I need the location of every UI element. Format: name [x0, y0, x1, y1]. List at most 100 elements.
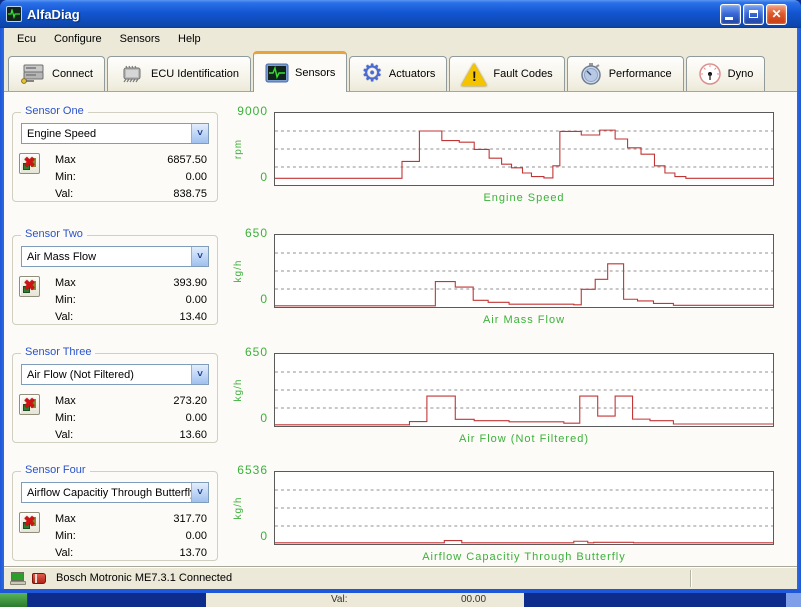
- oscilloscope-icon: [8, 9, 20, 19]
- val-value: 838.75: [173, 188, 207, 200]
- oscilloscope-icon: [265, 63, 289, 83]
- sensor-one-selected-value: Engine Speed: [22, 128, 191, 140]
- gauge-icon: [698, 62, 722, 86]
- close-button[interactable]: ✕: [766, 4, 787, 25]
- max-row: Max 393.90: [55, 274, 207, 291]
- y-axis-unit-label: kg/h: [201, 251, 275, 291]
- airflow-capacity-chart-plot: [274, 471, 774, 545]
- menu-sensors[interactable]: Sensors: [111, 30, 169, 48]
- ecu-book-icon: [32, 573, 46, 584]
- val-label: Val:: [55, 311, 73, 323]
- sensor-four-selected-value: Airflow Capacitiy Through Butterfly: [22, 487, 191, 499]
- val-label: Val:: [55, 188, 73, 200]
- val-value: 13.60: [179, 429, 207, 441]
- min-row: Min: 0.00: [55, 409, 207, 426]
- tab-fault-codes[interactable]: ! Fault Codes: [449, 56, 564, 91]
- y-axis-max-label: 650: [232, 345, 268, 359]
- sensor-three-group-label: Sensor Three: [21, 346, 95, 358]
- minimize-button[interactable]: [720, 4, 741, 25]
- y-axis-min-label: 0: [232, 529, 268, 543]
- y-axis-min-label: 0: [232, 170, 268, 184]
- close-icon: ✕: [771, 8, 781, 20]
- sensor-three-clear-button[interactable]: ✖: [19, 394, 40, 415]
- tab-fault-codes-label: Fault Codes: [493, 68, 552, 80]
- y-axis-min-label: 0: [232, 292, 268, 306]
- sensor-two-clear-button[interactable]: ✖: [19, 276, 40, 297]
- min-value: 0.00: [186, 412, 207, 424]
- menu-ecu[interactable]: Ecu: [8, 30, 45, 48]
- computer-connection-icon: [10, 572, 26, 585]
- tab-dyno[interactable]: Dyno: [686, 56, 766, 91]
- tab-sensors-label: Sensors: [295, 67, 335, 79]
- val-value: 13.70: [179, 547, 207, 559]
- max-label: Max: [55, 395, 76, 407]
- statusbar-divider: [690, 570, 692, 587]
- tab-performance-label: Performance: [609, 68, 672, 80]
- window-title: AlfaDiag: [27, 7, 80, 22]
- sensor-one-group-label: Sensor One: [21, 105, 88, 117]
- sensor-four-group: Sensor Four Airflow Capacitiy Through Bu…: [12, 471, 218, 561]
- sensor-two-select[interactable]: Air Mass Flow ˅: [21, 246, 209, 267]
- min-label: Min:: [55, 294, 76, 306]
- y-axis-unit-label: rpm: [201, 129, 275, 169]
- min-value: 0.00: [186, 530, 207, 542]
- min-label: Min:: [55, 412, 76, 424]
- background-green-fragment: [0, 593, 28, 607]
- maximize-icon: [749, 10, 758, 18]
- menu-help[interactable]: Help: [169, 30, 210, 48]
- min-label: Min:: [55, 530, 76, 542]
- tab-sensors[interactable]: Sensors: [253, 51, 347, 92]
- tab-ecu-identification[interactable]: ECU Identification: [107, 56, 251, 91]
- sensor-four-clear-button[interactable]: ✖: [19, 512, 40, 533]
- tab-actuators-label: Actuators: [389, 68, 435, 80]
- y-axis-unit-label: kg/h: [201, 370, 275, 410]
- y-axis-max-label: 650: [232, 226, 268, 240]
- tab-connect[interactable]: Connect: [8, 56, 105, 91]
- tab-dyno-label: Dyno: [728, 68, 754, 80]
- tab-performance[interactable]: Performance: [567, 56, 684, 91]
- sensor-one-select[interactable]: Engine Speed ˅: [21, 123, 209, 144]
- maximize-button[interactable]: [743, 4, 764, 25]
- y-axis-min-label: 0: [232, 411, 268, 425]
- title-bar: AlfaDiag ✕: [0, 0, 801, 28]
- remove-sensor-icon: ✖: [23, 516, 36, 529]
- y-axis-max-label: 6536: [232, 463, 268, 477]
- min-value: 0.00: [186, 294, 207, 306]
- chart-title: Airflow Capacitiy Through Butterfly: [274, 551, 774, 563]
- sensor-one-group: Sensor One Engine Speed ˅ ✖ Max 6857.50 …: [12, 112, 218, 202]
- tab-connect-label: Connect: [52, 68, 93, 80]
- warning-icon: !: [461, 63, 487, 86]
- max-row: Max 273.20: [55, 392, 207, 409]
- sensor-four-select[interactable]: Airflow Capacitiy Through Butterfly ˅: [21, 482, 209, 503]
- max-label: Max: [55, 154, 76, 166]
- background-text-fragment: Val:: [331, 593, 348, 607]
- max-row: Max 6857.50: [55, 151, 207, 168]
- val-label: Val:: [55, 429, 73, 441]
- tab-actuators[interactable]: ⚙ Actuators: [349, 56, 447, 91]
- air-flow-not-filtered-chart: 650 kg/h 0 Air Flow (Not Filtered): [232, 341, 784, 453]
- min-label: Min:: [55, 171, 76, 183]
- max-row: Max 317.70: [55, 510, 207, 527]
- app-icon: [6, 6, 22, 22]
- val-row: Val: 13.70: [55, 544, 207, 561]
- sensor-two-group-label: Sensor Two: [21, 228, 87, 240]
- stopwatch-icon: [579, 62, 603, 86]
- sensor-two-selected-value: Air Mass Flow: [22, 251, 191, 263]
- sensor-four-group-label: Sensor Four: [21, 464, 90, 476]
- y-axis-max-label: 9000: [232, 104, 268, 118]
- air-mass-flow-chart: 650 kg/h 0 Air Mass Flow: [232, 222, 784, 334]
- val-label: Val:: [55, 547, 73, 559]
- val-value: 13.40: [179, 311, 207, 323]
- chart-title: Air Flow (Not Filtered): [274, 433, 774, 445]
- connection-status-text: Bosch Motronic ME7.3.1 Connected: [56, 572, 232, 584]
- menu-configure[interactable]: Configure: [45, 30, 111, 48]
- drive-connect-icon: [20, 63, 46, 85]
- sensor-three-select[interactable]: Air Flow (Not Filtered) ˅: [21, 364, 209, 385]
- sensor-one-clear-button[interactable]: ✖: [19, 153, 40, 174]
- gear-icon: ⚙: [361, 62, 383, 86]
- minimize-icon: [725, 17, 733, 20]
- chart-title: Air Mass Flow: [274, 314, 774, 326]
- background-panel-fragment: Val: 00.00: [206, 593, 524, 607]
- background-window-sliver: Val: 00.00: [0, 593, 801, 607]
- remove-sensor-icon: ✖: [23, 280, 36, 293]
